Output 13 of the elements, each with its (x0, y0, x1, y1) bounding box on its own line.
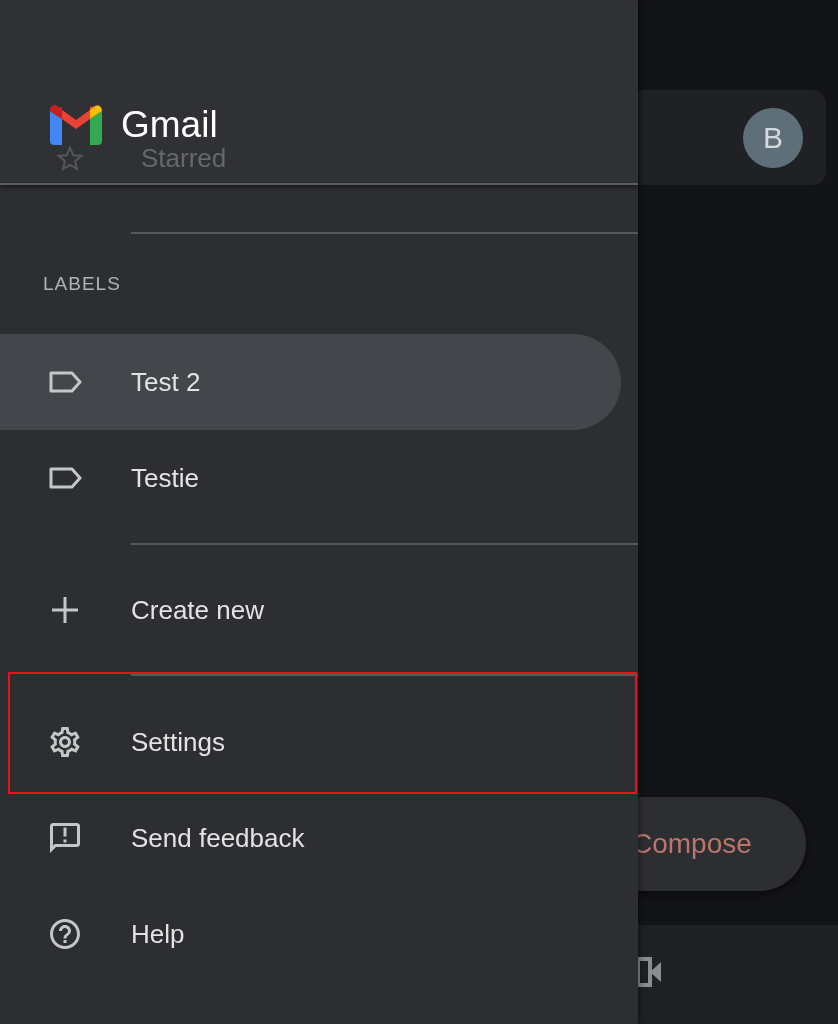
drawer-item[interactable]: Settings (0, 694, 621, 790)
app-title: Gmail (121, 104, 218, 146)
avatar[interactable]: B (743, 107, 803, 168)
gmail-logo (50, 105, 102, 145)
plus-icon (49, 595, 80, 625)
label-icon (47, 466, 82, 490)
label-icon (47, 370, 82, 394)
menu-item-text: Starred (141, 143, 227, 174)
drawer-item[interactable]: Create new (0, 562, 621, 658)
label-item[interactable]: Test 2 (0, 334, 621, 430)
section-heading: LABELS (42, 272, 122, 296)
label-item[interactable]: Testie (0, 430, 621, 526)
video-icon[interactable] (636, 955, 662, 989)
